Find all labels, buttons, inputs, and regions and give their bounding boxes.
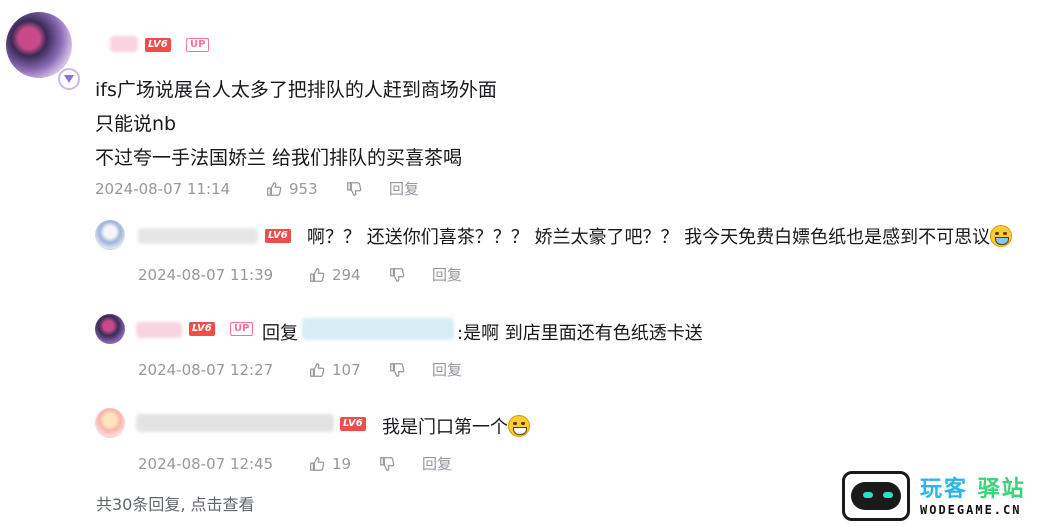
timestamp: 2024-08-07 11:39 [138, 265, 274, 284]
thumb-up-icon [267, 181, 282, 196]
watermark-en: WODEGAME.CN [920, 503, 1022, 517]
reply-prefix: 回复 [262, 323, 298, 344]
dislike-button[interactable] [388, 266, 432, 284]
avatar[interactable] [95, 220, 125, 250]
username-blurred[interactable] [110, 36, 138, 52]
comment-line-3: 不过夸一手法国娇兰 给我们排队的买喜茶喝 [95, 147, 463, 169]
comment-line-2: 只能说nb [95, 113, 177, 135]
like-button[interactable]: 107 [308, 361, 388, 379]
dislike-button[interactable] [378, 455, 422, 473]
up-badge: UP [186, 38, 210, 52]
watermark-cn: 玩客 驿站 [920, 477, 1026, 502]
timestamp: 2024-08-07 12:45 [138, 454, 274, 473]
timestamp: 2024-08-07 11:14 [95, 179, 231, 198]
avatar[interactable] [95, 408, 125, 438]
level-badge: LV6 [265, 229, 291, 243]
reply-meta: 2024-08-07 12:45 19 回复 [138, 453, 452, 474]
username-blurred[interactable] [138, 228, 258, 244]
dislike-button[interactable] [388, 361, 432, 379]
like-button[interactable]: 294 [308, 266, 388, 284]
like-count: 107 [332, 360, 361, 379]
up-badge: UP [230, 322, 254, 336]
timestamp: 2024-08-07 12:27 [138, 360, 274, 379]
username-blurred[interactable] [136, 414, 334, 432]
reply-button[interactable]: 回复 [422, 453, 452, 474]
laugh-cry-emoji [990, 225, 1013, 247]
like-count: 953 [289, 179, 318, 198]
thumb-down-icon [390, 362, 405, 377]
avatar[interactable] [95, 314, 125, 344]
reply-button[interactable]: 回复 [432, 264, 462, 285]
dislike-button[interactable] [345, 180, 389, 198]
grin-emoji [508, 415, 530, 437]
thumb-down-icon [390, 267, 405, 282]
reply-button[interactable]: 回复 [389, 178, 419, 199]
like-count: 294 [332, 265, 361, 284]
like-count: 19 [332, 454, 352, 473]
watermark-logo: 玩客 驿站 WODEGAME.CN [842, 469, 1042, 523]
thumb-down-icon [380, 456, 395, 471]
reply-text: 啊？？ 还送你们喜茶？？？ 娇兰太豪了吧？？ 我今天免费白嫖色纸也是感到不可思议 [307, 223, 1013, 249]
comment-meta: 2024-08-07 11:14 953 回复 [95, 178, 419, 199]
username-blurred[interactable] [136, 322, 182, 338]
view-more-replies-link[interactable]: 共30条回复, 点击查看 [96, 491, 255, 515]
level-badge: LV6 [340, 417, 366, 431]
reply-button[interactable]: 回复 [432, 359, 462, 380]
verified-icon [58, 68, 80, 90]
reply-meta: 2024-08-07 11:39 294 回复 [138, 264, 462, 285]
thumb-up-icon [310, 267, 325, 282]
like-button[interactable]: 19 [308, 455, 378, 473]
reply-target-blurred[interactable] [302, 318, 454, 340]
avatar[interactable] [6, 12, 72, 78]
thumb-up-icon [310, 456, 325, 471]
reply-text: :是啊 到店里面还有色纸透卡送 [457, 323, 703, 344]
comment-line-1: ifs广场说展台人太多了把排队的人赶到商场外面 [95, 79, 497, 101]
thumb-up-icon [310, 362, 325, 377]
robot-logo-icon [842, 471, 910, 521]
thumb-down-icon [347, 181, 362, 196]
level-badge: LV6 [145, 38, 171, 52]
reply-text: 我是门口第一个 [382, 413, 530, 439]
reply-meta: 2024-08-07 12:27 107 回复 [138, 359, 462, 380]
like-button[interactable]: 953 [265, 180, 345, 198]
level-badge: LV6 [189, 322, 215, 336]
